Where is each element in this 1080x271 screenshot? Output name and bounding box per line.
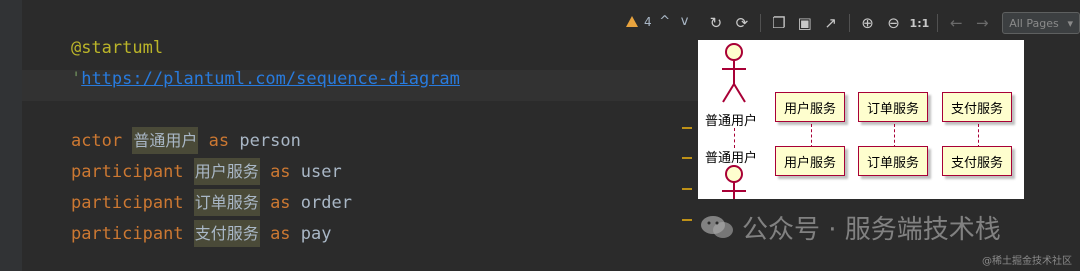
participant-box-bottom: 支付服务	[942, 146, 1012, 176]
code-editor[interactable]: @startuml 'https://plantuml.com/sequence…	[0, 0, 698, 271]
participant-alias: pay	[300, 224, 332, 244]
prev-page-icon[interactable]: ←	[944, 11, 968, 35]
preview-toolbar: ↻ ⟳ ❐ ▣ ↗ ⊕ ⊖ 1:1 ← → All Pages ▾	[698, 8, 1080, 38]
code-line-7[interactable]: participant 支付服务 as pay	[30, 198, 332, 270]
participant-box-top: 订单服务	[858, 92, 928, 122]
save-icon[interactable]: ▣	[793, 11, 817, 35]
chevron-down-icon: ▾	[1067, 16, 1074, 30]
error-stripe-marker[interactable]	[682, 157, 692, 159]
pages-select[interactable]: All Pages ▾	[1002, 12, 1080, 34]
wechat-logo-icon	[701, 216, 733, 238]
participant-lifeline	[894, 124, 895, 148]
participant-box-bottom: 用户服务	[775, 146, 845, 176]
zoom-in-icon[interactable]: ⊕	[856, 11, 880, 35]
copy-icon[interactable]: ❐	[767, 11, 791, 35]
toolbar-divider	[937, 14, 939, 32]
error-stripe-marker[interactable]	[682, 219, 692, 221]
actor-lifeline	[734, 128, 735, 148]
watermark-text: 公众号 · 服务端技术栈	[742, 214, 1001, 245]
actor-figure-top	[722, 43, 746, 103]
participant-name: 支付服务	[193, 220, 260, 247]
zoom-actual-size-button[interactable]: 1:1	[907, 17, 931, 30]
participant-lifeline	[811, 124, 812, 148]
warning-count: 4	[644, 14, 652, 29]
next-highlight-button[interactable]: v	[678, 14, 692, 29]
editor-gutter	[0, 0, 22, 271]
sequence-diagram: 普通用户 普通用户 用户服务 用户服务 订单服务 订单服务 支付服务 支付服务	[698, 40, 1024, 199]
reload-icon[interactable]: ⟳	[730, 11, 754, 35]
error-stripe-marker[interactable]	[682, 188, 692, 190]
participant-box-top: 用户服务	[775, 92, 845, 122]
toolbar-divider	[759, 14, 761, 32]
comment-quote: '	[70, 69, 82, 89]
inspection-widget[interactable]: 4 ^ v	[626, 14, 692, 29]
warning-icon	[626, 16, 638, 27]
participant-box-top: 支付服务	[942, 92, 1012, 122]
previous-highlight-button[interactable]: ^	[658, 14, 672, 29]
participant-lifeline	[978, 124, 979, 148]
open-external-icon[interactable]: ↗	[819, 11, 843, 35]
source-credit: @稀土掘金技术社区	[982, 256, 1072, 267]
zoom-out-icon[interactable]: ⊖	[882, 11, 906, 35]
pages-select-value: All Pages	[1009, 16, 1059, 30]
keyword-as: as	[270, 224, 291, 244]
actor-label-top: 普通用户	[705, 114, 758, 129]
keyword-participant: participant	[70, 224, 184, 244]
actor-figure-bottom	[722, 165, 746, 199]
refresh-icon[interactable]: ↻	[704, 11, 728, 35]
toolbar-divider	[848, 14, 850, 32]
participant-box-bottom: 订单服务	[858, 146, 928, 176]
watermark: 公众号 · 服务端技术栈	[700, 205, 1060, 249]
next-page-icon[interactable]: →	[970, 11, 994, 35]
error-stripe-marker[interactable]	[682, 127, 692, 129]
plantuml-link[interactable]: https://plantuml.com/sequence-diagram	[81, 69, 460, 89]
